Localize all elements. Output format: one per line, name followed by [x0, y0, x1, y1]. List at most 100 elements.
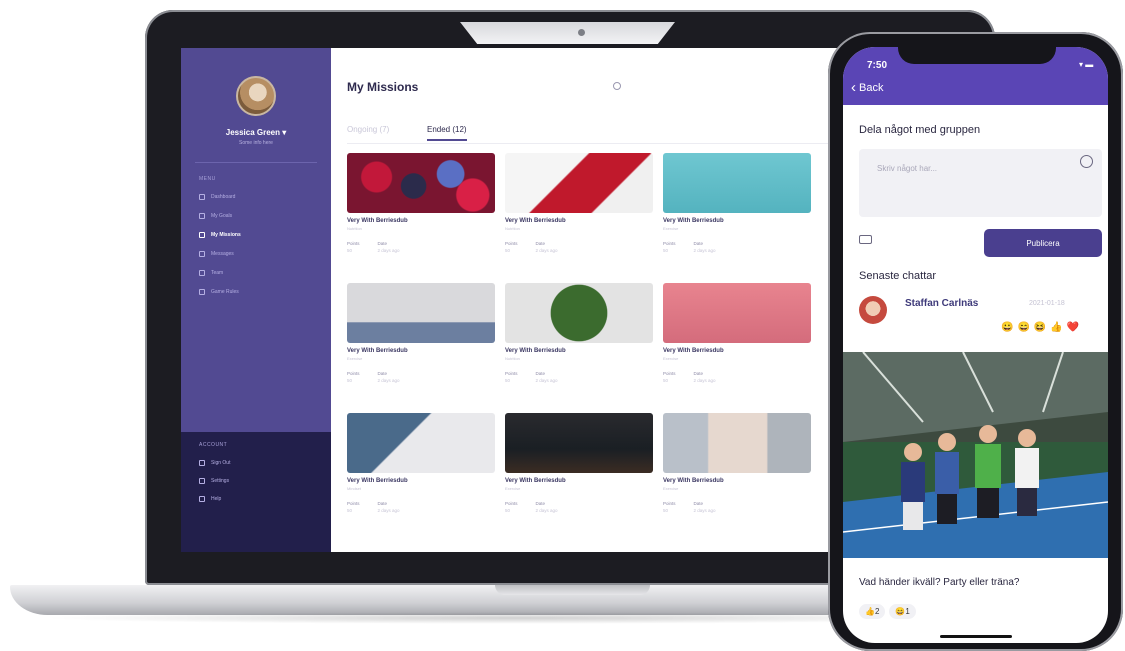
camera-icon[interactable] — [859, 235, 872, 244]
mission-card-image[interactable] — [347, 153, 495, 213]
recent-chats-heading: Senaste chattar — [859, 270, 937, 282]
phone-screen: 7:50 ▾ ▬ ‹ Back Dela något med gruppen Sk… — [843, 47, 1108, 643]
page-title: My Missions — [347, 80, 419, 94]
sidebar-item-label: Team — [211, 270, 224, 276]
reaction-count-value: 1 — [905, 607, 910, 616]
points-value: 50 — [663, 508, 669, 513]
mission-card[interactable]: Very With Berriesdub Nutrition Points 50 Dat… — [505, 153, 653, 271]
mission-card-title[interactable]: Very With Berriesdub — [347, 348, 495, 354]
points-value: 50 — [347, 378, 353, 383]
mission-card-title[interactable]: Very With Berriesdub — [347, 218, 495, 224]
mission-card-meta: Points 50 Date 2 days ago — [347, 371, 495, 383]
sidebar-item-sign-out[interactable]: Sign Out — [199, 458, 230, 468]
sidebar-item-label: My Goals — [211, 213, 233, 219]
mission-card-meta: Points 50 Date 2 days ago — [505, 501, 653, 513]
reaction-count[interactable]: 👍2 — [859, 604, 886, 619]
reaction-emoji[interactable]: 😀 — [1001, 322, 1013, 333]
reaction-emoji[interactable]: 👍 — [1050, 322, 1062, 333]
mission-card-title[interactable]: Very With Berriesdub — [663, 218, 811, 224]
mission-card-title[interactable]: Very With Berriesdub — [663, 478, 811, 484]
mission-card[interactable]: Very With Berriesdub Exercise Points 50 Date… — [663, 283, 811, 401]
mission-card-title[interactable]: Very With Berriesdub — [505, 478, 653, 484]
mission-card-title[interactable]: Very With Berriesdub — [347, 478, 495, 484]
date-block: Date 2 days ago — [536, 501, 558, 513]
sidebar-item-messages[interactable]: Messages — [199, 249, 234, 259]
gear-icon — [199, 478, 205, 484]
points-label: Points — [347, 371, 360, 376]
reaction-emoji[interactable]: 😄 — [1017, 322, 1029, 333]
sidebar-item-my-missions[interactable]: My Missions — [199, 230, 241, 240]
reaction-count[interactable]: 😄1 — [889, 604, 916, 619]
mission-card[interactable]: Very With Berriesdub Exercise Points 50 Date… — [347, 283, 495, 401]
points-label: Points — [347, 241, 360, 246]
back-button[interactable]: ‹ Back — [851, 79, 884, 96]
sidebar-item-label: My Missions — [211, 232, 241, 238]
points-label: Points — [663, 501, 676, 506]
mission-card[interactable]: Very With Berriesdub Exercise Points 50 Date… — [505, 413, 653, 531]
chat-author-name[interactable]: Staffan Carlnäs — [905, 298, 978, 309]
date-block: Date 2 days ago — [694, 501, 716, 513]
mission-card[interactable]: Very With Berriesdub Mindset Points 50 Date 2… — [347, 413, 495, 531]
sidebar-item-dashboard[interactable]: Dashboard — [199, 192, 235, 202]
mission-card-image[interactable] — [663, 283, 811, 343]
mission-card-category: Exercise — [505, 486, 521, 491]
sidebar-item-help[interactable]: Help — [199, 494, 221, 504]
post-photo[interactable] — [843, 352, 1108, 558]
team-icon — [199, 270, 205, 276]
mission-card-title[interactable]: Very With Berriesdub — [505, 348, 653, 354]
mission-card[interactable]: Very With Berriesdub Exercise Points 50 Date… — [663, 413, 811, 531]
sidebar-item-team[interactable]: Team — [199, 268, 223, 278]
sidebar-item-my-goals[interactable]: My Goals — [199, 211, 232, 221]
mission-card-meta: Points 50 Date 2 days ago — [663, 241, 811, 253]
points-value: 50 — [663, 378, 669, 383]
share-heading: Dela något med gruppen — [859, 124, 981, 136]
mission-card-title[interactable]: Very With Berriesdub — [663, 348, 811, 354]
mission-card-title[interactable]: Very With Berriesdub — [505, 218, 653, 224]
points-value: 50 — [663, 248, 669, 253]
points-block: Points 50 — [505, 241, 518, 253]
post-input[interactable]: Skriv något har... — [859, 149, 1102, 217]
mission-card[interactable]: Very With Berriesdub Exercise Points 50 Date… — [663, 153, 811, 271]
tab-ended[interactable]: Ended (12) — [427, 125, 467, 141]
points-block: Points 50 — [505, 371, 518, 383]
mission-card-image[interactable] — [663, 413, 811, 473]
avatar[interactable] — [859, 296, 887, 324]
mission-card[interactable]: Very With Berriesdub Nutrition Points 50 Dat… — [347, 153, 495, 271]
mission-card-image[interactable] — [505, 413, 653, 473]
sidebar-item-game-rules[interactable]: Game Rules — [199, 287, 239, 297]
mission-card[interactable]: Very With Berriesdub Nutrition Points 50 Dat… — [505, 283, 653, 401]
date-value: 2 days ago — [693, 378, 716, 383]
points-block: Points 50 — [663, 371, 676, 383]
user-subtitle: Some info here — [239, 140, 273, 146]
menu-heading: MENU — [199, 176, 216, 182]
mission-card-image[interactable] — [347, 413, 495, 473]
points-block: Points 50 — [663, 241, 676, 253]
phone-notch — [898, 40, 1056, 64]
mission-card-category: Exercise — [663, 226, 679, 231]
mission-card-category: Exercise — [663, 356, 679, 361]
mission-card-image[interactable] — [347, 283, 495, 343]
avatar[interactable] — [236, 76, 276, 116]
status-icons: ▾ ▬ — [1079, 60, 1094, 69]
date-label: Date — [535, 371, 546, 376]
mission-card-image[interactable] — [505, 283, 653, 343]
points-label: Points — [663, 371, 676, 376]
publish-button[interactable]: Publicera — [984, 229, 1102, 257]
sidebar-item-settings[interactable]: Settings — [199, 476, 229, 486]
date-block: Date 2 days ago — [694, 371, 716, 383]
date-block: Date 2 days ago — [378, 501, 400, 513]
reaction-emoji[interactable]: 😆 — [1034, 322, 1046, 333]
user-name[interactable]: Jessica Green ▾ — [181, 128, 331, 137]
mission-card-image[interactable] — [663, 153, 811, 213]
date-label: Date — [693, 241, 704, 246]
chevron-left-icon: ‹ — [851, 79, 856, 96]
search-icon[interactable] — [613, 82, 621, 90]
mission-card-image[interactable] — [505, 153, 653, 213]
back-label: Back — [859, 82, 884, 94]
tab-ongoing[interactable]: Ongoing (7) — [347, 125, 389, 134]
mission-card-meta: Points 50 Date 2 days ago — [663, 501, 811, 513]
reaction-emoji[interactable]: ❤️ — [1067, 322, 1079, 333]
emoji-icon[interactable] — [1080, 155, 1093, 168]
sidebar-item-label: Settings — [211, 478, 230, 484]
sidebar-account-section: ACCOUNT Sign Out Settings Help — [181, 432, 331, 552]
